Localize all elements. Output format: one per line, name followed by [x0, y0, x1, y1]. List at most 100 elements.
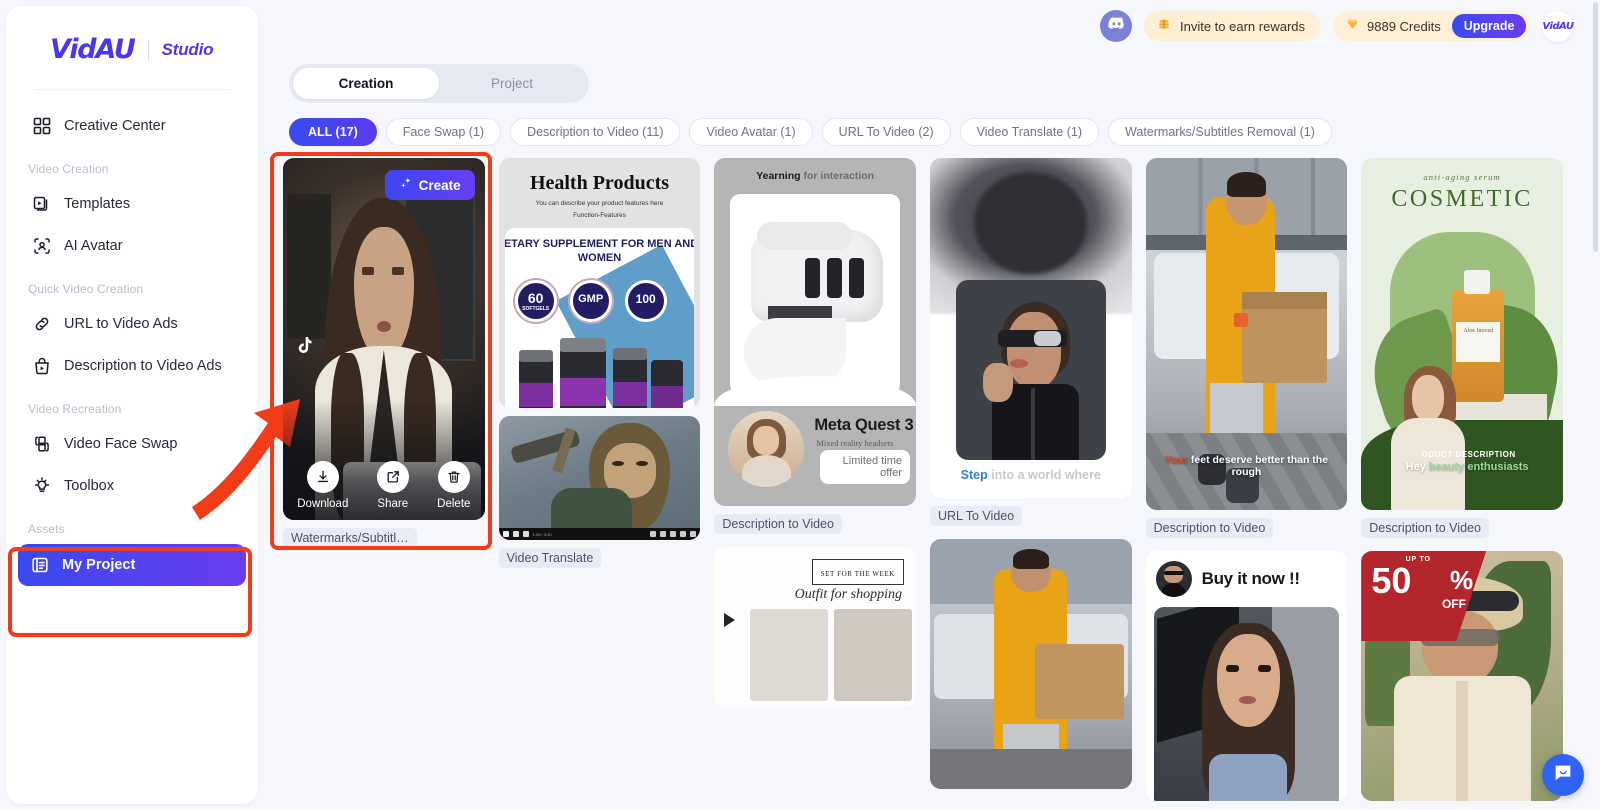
sidebar-item-video-face-swap[interactable]: Video Face Swap: [20, 424, 244, 464]
upgrade-button[interactable]: Upgrade: [1451, 14, 1527, 38]
sidebar: VidAU Studio Creative Center Video Creat…: [6, 6, 258, 804]
card-thumbnail[interactable]: 1:05 / 3:40: [498, 416, 701, 540]
delete-label: Delete: [437, 498, 471, 510]
creation-card[interactable]: [929, 539, 1132, 789]
download-action[interactable]: Download: [297, 461, 348, 510]
creation-card[interactable]: SET FOR THE WEEK Outfit for shopping: [714, 547, 916, 707]
delivery-illustration-2: [929, 539, 1132, 789]
delete-action[interactable]: Delete: [437, 461, 470, 510]
video-player-controls[interactable]: 1:05 / 3:40: [498, 528, 701, 540]
creation-card[interactable]: Your feet deserve better than the rough …: [1145, 158, 1348, 543]
creation-card[interactable]: anti-aging serum COSMETIC Aloe Inoved OD…: [1361, 158, 1563, 543]
card-label: Description to Video: [714, 514, 842, 534]
sidebar-item-my-project[interactable]: My Project: [18, 544, 246, 586]
sidebar-item-ai-avatar[interactable]: AI Avatar: [20, 226, 244, 266]
sidebar-group-title-assets: Assets: [28, 522, 65, 536]
card-thumbnail[interactable]: Yearning for interaction Meta Quest 3 Mi…: [714, 158, 916, 506]
card-label: URL To Video: [929, 506, 1023, 526]
tiktok-icon: [297, 336, 314, 360]
card-label: Watermarks/Subtitl…: [283, 528, 417, 548]
card-label: Description to Video: [1361, 518, 1489, 538]
app-root: VidAU Studio Creative Center Video Creat…: [0, 0, 1600, 810]
health-badge3: 100: [635, 292, 656, 306]
avatar[interactable]: VidAU: [1542, 10, 1574, 42]
brand: VidAU Studio: [6, 6, 258, 65]
sidebar-item-label: Creative Center: [64, 118, 166, 134]
hero-action-bar: Download Share Delete: [283, 461, 485, 510]
video-bag-icon: [32, 356, 52, 376]
chip-all[interactable]: ALL (17): [289, 118, 377, 146]
discord-button[interactable]: [1100, 10, 1132, 42]
creation-card[interactable]: Create Download Share Delete Watermarks/…: [283, 158, 485, 553]
chip-url-to-video[interactable]: URL To Video (2): [821, 118, 951, 146]
health-badge1-sub: SOFTGELS: [522, 306, 550, 312]
url-to-video-illustration: Step into a world where: [929, 158, 1132, 498]
card-thumbnail[interactable]: Step into a world where: [929, 158, 1132, 498]
cosmetic-illustration: anti-aging serum COSMETIC Aloe Inoved OD…: [1361, 158, 1563, 510]
sidebar-item-description-to-video-ads[interactable]: Description to Video Ads: [20, 346, 244, 386]
meta-title: Meta Quest 3: [814, 416, 914, 434]
chip-face-swap[interactable]: Face Swap (1): [385, 118, 502, 146]
creation-card[interactable]: 1:05 / 3:40 Video Translate: [498, 416, 701, 573]
brand-sub: Studio: [161, 39, 214, 59]
brand-divider: [147, 39, 149, 60]
card-thumbnail[interactable]: SET FOR THE WEEK Outfit for shopping: [714, 547, 916, 707]
sidebar-item-label: AI Avatar: [64, 238, 123, 254]
discount-percent: %: [1450, 565, 1474, 595]
cosmetic-title: COSMETIC: [1391, 186, 1533, 212]
discord-icon: [1107, 14, 1126, 38]
sidebar-item-label: URL to Video Ads: [64, 316, 178, 332]
cosmetic-caption: Hey beauty enthusiasts: [1405, 461, 1529, 473]
chip-video-avatar[interactable]: Video Avatar (1): [689, 118, 813, 146]
credits-pill[interactable]: 9889 Credits Upgrade: [1333, 11, 1531, 41]
buy-it-now-illustration: Buy it now !!: [1146, 551, 1348, 801]
meta-sub: Mixed reality headsets: [816, 438, 894, 448]
share-icon: [376, 461, 409, 493]
sidebar-item-label: My Project: [62, 557, 136, 573]
meta-bubble-line1: Limited time: [842, 455, 902, 467]
creation-card[interactable]: Yearning for interaction Meta Quest 3 Mi…: [714, 158, 916, 539]
view-tabs: Creation Project: [289, 64, 589, 103]
creation-card[interactable]: UP TO 50 % OFF: [1361, 551, 1563, 801]
cosmetic-kicker: anti-aging serum: [1423, 172, 1501, 182]
creation-card[interactable]: Health Products You can describe your pr…: [498, 158, 701, 408]
sidebar-nav: Creative Center Video Creation Templates: [6, 90, 258, 586]
sidebar-item-url-to-video-ads[interactable]: URL to Video Ads: [20, 304, 244, 344]
creation-card[interactable]: Step into a world where URL To Video: [929, 158, 1132, 531]
chip-description-to-video[interactable]: Description to Video (11): [510, 118, 681, 146]
card-thumbnail[interactable]: anti-aging serum COSMETIC Aloe Inoved OD…: [1361, 158, 1563, 510]
chat-bubble-icon: [1552, 762, 1574, 789]
health-products-illustration: Health Products You can describe your pr…: [499, 158, 701, 408]
card-label: Description to Video: [1145, 518, 1274, 538]
buy-now-headline: Buy it now !!: [1201, 569, 1300, 588]
creation-grid: Create Download Share Delete Watermarks/…: [283, 158, 1563, 810]
health-sub2: Function-Features: [573, 212, 626, 219]
avatar-label: VidAU: [1542, 20, 1574, 32]
sidebar-item-toolbox[interactable]: Toolbox: [20, 466, 244, 506]
meta-quest-illustration: Yearning for interaction Meta Quest 3 Mi…: [714, 158, 916, 506]
invite-rewards-button[interactable]: Invite to earn rewards: [1144, 11, 1322, 41]
share-action[interactable]: Share: [376, 461, 409, 510]
tab-creation[interactable]: Creation: [293, 68, 439, 99]
discount-number: 50: [1371, 560, 1412, 601]
card-thumbnail[interactable]: Health Products You can describe your pr…: [498, 158, 701, 408]
sidebar-item-creative-center[interactable]: Creative Center: [20, 106, 244, 146]
share-label: Share: [377, 498, 409, 510]
meta-bubble-line2: offer: [880, 467, 902, 479]
outfit-illustration: SET FOR THE WEEK Outfit for shopping: [714, 547, 916, 707]
page-scrollbar[interactable]: [1593, 2, 1598, 252]
card-thumbnail[interactable]: Buy it now !!: [1145, 551, 1348, 801]
sidebar-item-templates[interactable]: Templates: [20, 184, 244, 224]
create-button[interactable]: Create: [384, 170, 475, 200]
creation-card[interactable]: Buy it now !!: [1145, 551, 1348, 801]
health-sub1: You can describe your product features h…: [535, 200, 664, 207]
chip-watermarks-subtitles-removal[interactable]: Watermarks/Subtitles Removal (1): [1108, 118, 1332, 146]
chip-video-translate[interactable]: Video Translate (1): [959, 118, 1100, 146]
card-thumbnail[interactable]: Create Download Share Delete: [283, 158, 485, 520]
card-thumbnail[interactable]: [929, 539, 1132, 789]
chat-support-button[interactable]: [1542, 754, 1584, 796]
tab-project[interactable]: Project: [439, 68, 585, 99]
trash-icon: [437, 461, 470, 493]
card-thumbnail[interactable]: UP TO 50 % OFF: [1361, 551, 1563, 801]
card-thumbnail[interactable]: Your feet deserve better than the rough: [1145, 158, 1348, 510]
